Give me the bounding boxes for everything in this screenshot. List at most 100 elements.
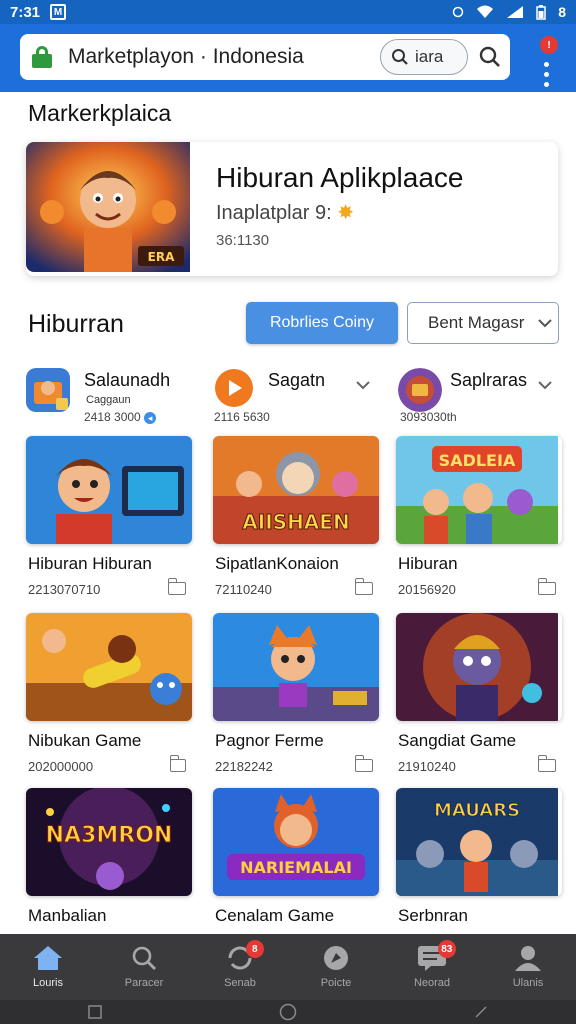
nav-label: Louris [33, 977, 63, 989]
nav-badge: 83 [437, 940, 456, 958]
category-item[interactable]: Saplraras 3093030th [398, 364, 558, 430]
game-card[interactable]: Sangdiat Game 21910240 [396, 613, 562, 779]
address-bar[interactable]: Marketplayon · Indonesia iara [20, 34, 510, 80]
game-thumbnail[interactable] [396, 613, 562, 721]
thumbnail-title: SADLEIA [439, 451, 516, 470]
url-text[interactable]: Marketplayon · Indonesia [68, 45, 380, 69]
search-icon [392, 49, 408, 65]
folder-icon[interactable] [537, 755, 556, 772]
folder-icon[interactable] [537, 578, 556, 595]
chevron-down-icon[interactable] [356, 378, 370, 392]
nav-label: Ulanis [512, 977, 544, 989]
home-button-icon[interactable] [279, 1003, 297, 1021]
thumbnail-title: MAUARS [434, 800, 520, 821]
game-card[interactable]: Hiburan Hiburan 2213070710 [26, 436, 192, 602]
wifi-icon [477, 5, 494, 18]
main-content[interactable]: Markerkplaica ERA Hiburan Aplikplaace In… [0, 92, 576, 934]
game-title: SipatlanKonaion [215, 554, 339, 573]
featured-meta: 36:1130 [216, 232, 270, 249]
nav-label: Poicte [320, 977, 352, 989]
location-icon [452, 6, 464, 18]
folder-icon[interactable] [354, 755, 373, 772]
nav-item-profile[interactable]: Ulanis [480, 934, 576, 1000]
game-thumbnail[interactable] [26, 436, 192, 544]
category-meta-text: 2418 3000 [84, 410, 141, 424]
featured-subtitle-text: Inaplatplar 9: [216, 202, 332, 224]
search-icon [479, 46, 500, 67]
game-card[interactable]: NA3MRON Manbalian [26, 788, 192, 934]
game-thumbnail[interactable]: NA3MRON [26, 788, 192, 896]
folder-icon[interactable] [354, 578, 373, 595]
category-item[interactable]: Sagatn 2116 5630 [212, 364, 378, 430]
game-thumbnail[interactable]: NARIEMALAI [213, 788, 379, 896]
nav-item-home[interactable]: Louris [0, 934, 96, 1000]
lock-icon [32, 46, 52, 68]
game-card[interactable]: Nibukan Game 202000000 [26, 613, 192, 779]
game-thumbnail[interactable] [213, 613, 379, 721]
nav-item-search[interactable]: Paracer [96, 934, 192, 1000]
thumbnail-title: AIISHAEN [242, 510, 349, 534]
thumbnail-title: NARIEMALAI [240, 858, 352, 877]
featured-card[interactable]: ERA Hiburan Aplikplaace Inaplatplar 9: ✸… [26, 142, 558, 276]
search-value: iara [415, 47, 444, 66]
thumbnail-title: NA3MRON [46, 823, 173, 848]
nav-label: Neorad [413, 977, 451, 989]
nav-label: Senab [224, 977, 256, 989]
game-thumbnail[interactable]: AIISHAEN [213, 436, 379, 544]
home-icon [34, 946, 62, 970]
category-item[interactable]: Salaunadh Caggaun 2418 3000 ◂ [26, 364, 196, 430]
game-card[interactable]: NARIEMALAI Cenalam Game [213, 788, 379, 934]
category-meta: 3093030th [400, 410, 457, 424]
category-meta: 2418 3000 ◂ [84, 410, 157, 424]
status-bar: 7:31 M 8 [0, 0, 576, 24]
bottom-navigation: Louris Paracer 8 Senab Poicte 83 Neorad … [0, 934, 576, 1000]
game-card[interactable]: Pagnor Ferme 22182242 [213, 613, 379, 779]
search-input[interactable]: iara [380, 39, 468, 75]
nav-badge: 8 [245, 940, 264, 958]
filter-button[interactable]: Robrlies Coiny [246, 302, 398, 344]
category-meta: 2116 5630 [214, 410, 270, 424]
game-meta: 2213070710 [28, 582, 101, 597]
featured-title[interactable]: Hiburan Aplikplaace [216, 162, 464, 194]
browser-toolbar: Marketplayon · Indonesia iara [0, 24, 576, 92]
category-sub: Caggaun [86, 394, 131, 406]
info-icon: ◂ [144, 412, 157, 424]
game-title: Hiburan [398, 554, 458, 573]
nav-item-refresh[interactable]: 8 Senab [192, 934, 288, 1000]
game-card[interactable]: AIISHAEN SipatlanKonaion 72110240 [213, 436, 379, 602]
sort-dropdown-label: Bent Magasr [428, 313, 525, 332]
battery-icon [536, 4, 546, 20]
game-thumbnail[interactable] [26, 613, 192, 721]
nav-item-globe[interactable]: Poicte [288, 934, 384, 1000]
game-thumbnail[interactable]: SADLEIA [396, 436, 562, 544]
nav-label: Paracer [124, 977, 164, 989]
signal-icon [507, 6, 524, 18]
chevron-down-icon[interactable] [538, 378, 552, 392]
search-icon [132, 946, 157, 971]
game-title: Hiburan Hiburan [28, 554, 152, 573]
play-icon [215, 369, 253, 407]
category-name: Salaunadh [84, 370, 171, 390]
user-icon [515, 946, 541, 971]
game-thumbnail[interactable]: MAUARS [396, 788, 562, 896]
overflow-menu-button[interactable] [536, 62, 556, 87]
game-meta: 72110240 [215, 582, 272, 597]
game-card[interactable]: SADLEIA Hiburan 20156920 [396, 436, 562, 602]
folder-icon[interactable] [169, 755, 186, 772]
category-row: Salaunadh Caggaun 2418 3000 ◂ Sagatn 211… [26, 364, 558, 430]
category-name: Sagatn [268, 370, 326, 390]
search-button[interactable] [470, 37, 510, 77]
sort-dropdown[interactable]: Bent Magasr [407, 302, 559, 344]
folder-icon[interactable] [167, 578, 186, 595]
recent-apps-icon[interactable] [88, 1005, 103, 1019]
featured-subtitle: Inaplatplar 9: ✸ [216, 200, 354, 225]
game-title: Manbalian [28, 906, 107, 925]
featured-image[interactable]: ERA [26, 142, 190, 272]
notification-badge: ! [540, 36, 558, 54]
back-icon[interactable] [474, 1005, 488, 1019]
game-card[interactable]: MAUARS Serbnran [396, 788, 562, 934]
game-title: Pagnor Ferme [215, 731, 324, 750]
star-icon: ✸ [337, 202, 354, 224]
game-meta: 20156920 [398, 582, 456, 597]
nav-item-messages[interactable]: 83 Neorad [384, 934, 480, 1000]
